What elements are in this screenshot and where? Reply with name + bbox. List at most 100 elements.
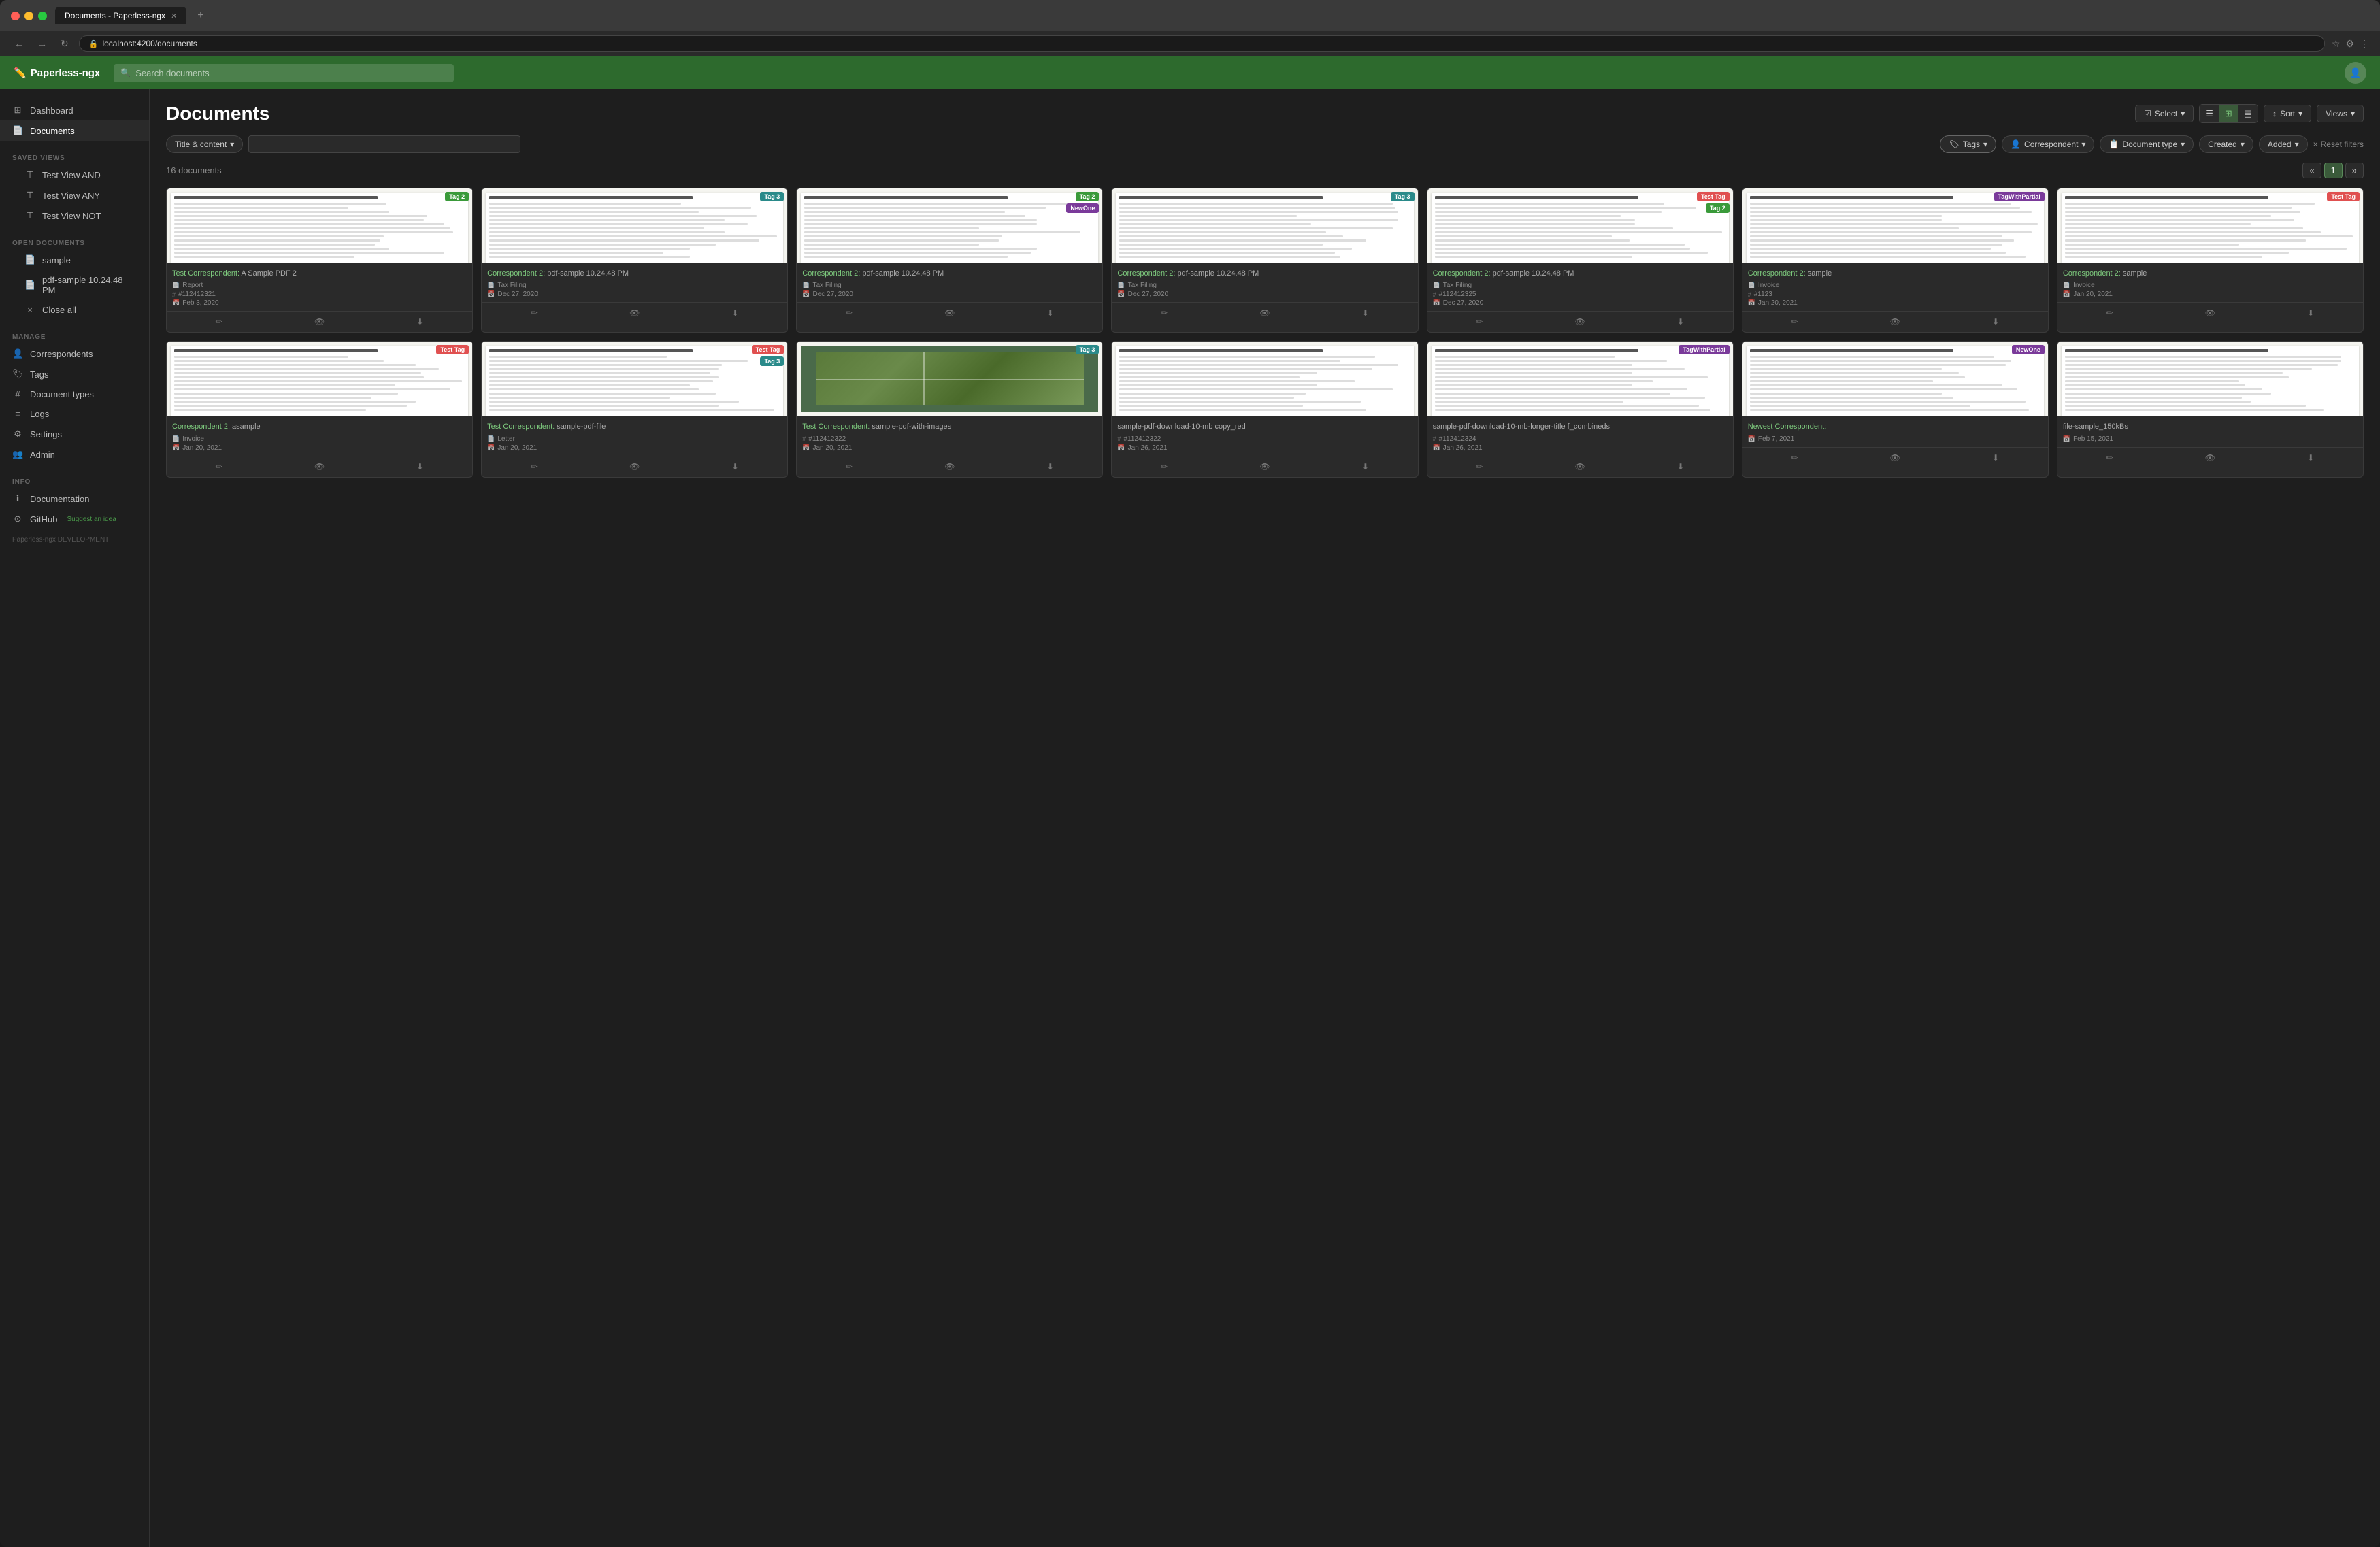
views-button[interactable]: Views ▾ <box>2317 105 2364 122</box>
view-doc-button[interactable]: 👁 <box>1886 315 1904 329</box>
edit-doc-button[interactable]: ✏ <box>1787 451 1802 465</box>
sidebar-item-open-sample[interactable]: 📄 sample <box>0 250 149 270</box>
doc-tag[interactable]: NewOne <box>2012 345 2045 354</box>
menu-icon[interactable]: ⋮ <box>2360 38 2369 50</box>
view-doc-button[interactable]: 👁 <box>2201 306 2219 320</box>
view-doc-button[interactable]: 👁 <box>310 315 329 329</box>
view-doc-button[interactable]: 👁 <box>2201 451 2219 465</box>
user-avatar-button[interactable]: 👤 <box>2345 62 2366 84</box>
sidebar-item-view-any[interactable]: ⊤ Test View ANY <box>0 185 149 205</box>
view-doc-button[interactable]: 👁 <box>1886 451 1904 465</box>
document-card[interactable]: Tag 3Correspondent 2: pdf-sample 10.24.4… <box>481 188 788 333</box>
edit-doc-button[interactable]: ✏ <box>1157 460 1172 473</box>
view-doc-button[interactable]: 👁 <box>1571 315 1589 329</box>
new-tab-button[interactable]: + <box>192 7 209 24</box>
doc-tag[interactable]: Test Tag <box>752 345 784 354</box>
tags-filter-button[interactable]: 🏷 Tags ▾ <box>1940 135 1996 153</box>
doc-tag[interactable]: Tag 3 <box>760 192 784 201</box>
doc-title-link[interactable]: Test Correspondent: <box>172 269 239 278</box>
view-doc-button[interactable]: 👁 <box>625 460 644 473</box>
doctype-filter-button[interactable]: 📋 Document type ▾ <box>2100 135 2194 153</box>
download-doc-button[interactable]: ⬇ <box>1988 451 2003 465</box>
extension-icon[interactable]: ⚙ <box>2345 38 2354 50</box>
document-card[interactable]: Test TagCorrespondent 2: asample📄Invoice… <box>166 341 473 477</box>
sidebar-item-tags[interactable]: 🏷 Tags <box>0 364 149 384</box>
sidebar-item-document-types[interactable]: # Document types <box>0 384 149 404</box>
download-doc-button[interactable]: ⬇ <box>412 460 427 473</box>
edit-doc-button[interactable]: ✏ <box>527 306 542 320</box>
doc-tag[interactable]: Test Tag <box>1697 192 1730 201</box>
view-doc-button[interactable]: 👁 <box>310 460 329 473</box>
document-card[interactable]: sample-pdf-download-10-mb copy_red##1124… <box>1111 341 1418 477</box>
sidebar-item-documentation[interactable]: ℹ Documentation <box>0 488 149 509</box>
download-doc-button[interactable]: ⬇ <box>1358 306 1373 320</box>
doc-tag[interactable]: Tag 2 <box>445 192 469 201</box>
sidebar-item-github[interactable]: ⊙ GitHub Suggest an idea <box>0 509 149 529</box>
view-doc-button[interactable]: 👁 <box>1255 306 1274 320</box>
document-card[interactable]: Tag 3Correspondent 2: pdf-sample 10.24.4… <box>1111 188 1418 333</box>
sort-button[interactable]: ↕ Sort ▾ <box>2264 105 2311 122</box>
filter-text-input[interactable] <box>248 135 520 153</box>
document-card[interactable]: Tag 2Test Correspondent: A Sample PDF 2📄… <box>166 188 473 333</box>
document-card[interactable]: TagWithPartialCorrespondent 2: sample📄In… <box>1742 188 2049 333</box>
reset-filters-button[interactable]: × Reset filters <box>2313 139 2364 149</box>
doc-tag[interactable]: TagWithPartial <box>1994 192 2045 201</box>
correspondent-filter-button[interactable]: 👤 Correspondent ▾ <box>2002 135 2094 153</box>
doc-tag[interactable]: Tag 2 <box>1706 203 1730 213</box>
doc-title-link[interactable]: Correspondent 2: <box>1117 269 1175 278</box>
doc-tag[interactable]: Test Tag <box>436 345 469 354</box>
prev-page-button[interactable]: « <box>2302 163 2321 178</box>
download-doc-button[interactable]: ⬇ <box>1043 306 1058 320</box>
doc-tag[interactable]: Tag 3 <box>760 356 784 366</box>
doc-tag[interactable]: Tag 3 <box>1391 192 1415 201</box>
forward-button[interactable]: → <box>34 36 50 51</box>
doc-tag[interactable]: Test Tag <box>2327 192 2360 201</box>
doc-title-link[interactable]: Test Correspondent: <box>802 422 870 431</box>
sidebar-item-view-and[interactable]: ⊤ Test View AND <box>0 165 149 185</box>
tab-close-button[interactable]: ✕ <box>171 12 177 20</box>
edit-doc-button[interactable]: ✏ <box>1472 460 1487 473</box>
download-doc-button[interactable]: ⬇ <box>2303 451 2318 465</box>
added-filter-button[interactable]: Added ▾ <box>2259 135 2308 153</box>
document-card[interactable]: Test TagTag 3Test Correspondent: sample-… <box>481 341 788 477</box>
view-doc-button[interactable]: 👁 <box>1571 460 1589 473</box>
sidebar-item-logs[interactable]: ≡ Logs <box>0 404 149 424</box>
close-traffic-light[interactable] <box>11 12 20 20</box>
sidebar-item-open-pdf[interactable]: 📄 pdf-sample 10.24.48 PM <box>0 270 149 300</box>
edit-doc-button[interactable]: ✏ <box>842 460 857 473</box>
document-card[interactable]: TagWithPartialsample-pdf-download-10-mb-… <box>1427 341 1734 477</box>
sidebar-item-documents[interactable]: 📄 Documents <box>0 120 149 141</box>
suggest-link[interactable]: Suggest an idea <box>67 516 116 523</box>
doc-title-link[interactable]: Newest Correspondent: <box>1748 422 1827 431</box>
doc-title-link[interactable]: Correspondent 2: <box>2063 269 2121 278</box>
select-button[interactable]: ☑ Select ▾ <box>2135 105 2194 122</box>
edit-doc-button[interactable]: ✏ <box>842 306 857 320</box>
view-doc-button[interactable]: 👁 <box>1255 460 1274 473</box>
created-filter-button[interactable]: Created ▾ <box>2199 135 2253 153</box>
close-all-button[interactable]: × Close all <box>0 300 149 320</box>
doc-title-link[interactable]: Correspondent 2: <box>1433 269 1491 278</box>
current-page-button[interactable]: 1 <box>2324 163 2343 178</box>
edit-doc-button[interactable]: ✏ <box>212 460 227 473</box>
download-doc-button[interactable]: ⬇ <box>1043 460 1058 473</box>
document-card[interactable]: file-sample_150kBs📅Feb 15, 2021✏👁⬇ <box>2057 341 2364 477</box>
sidebar-item-admin[interactable]: 👥 Admin <box>0 444 149 465</box>
address-bar[interactable]: 🔒 localhost:4200/documents <box>79 35 2325 52</box>
doc-tag[interactable]: Tag 3 <box>1076 345 1100 354</box>
title-content-filter[interactable]: Title & content ▾ <box>166 135 243 153</box>
list-view-button[interactable]: ☰ <box>2200 105 2219 122</box>
fullscreen-traffic-light[interactable] <box>38 12 47 20</box>
view-doc-button[interactable]: 👁 <box>940 306 959 320</box>
doc-title-link[interactable]: Correspondent 2: <box>1748 269 1806 278</box>
doc-tag[interactable]: Tag 2 <box>1076 192 1100 201</box>
reload-button[interactable]: ↻ <box>57 36 72 52</box>
download-doc-button[interactable]: ⬇ <box>1988 315 2003 329</box>
bookmark-icon[interactable]: ☆ <box>2332 38 2341 50</box>
document-card[interactable]: Test TagTag 2Correspondent 2: pdf-sample… <box>1427 188 1734 333</box>
download-doc-button[interactable]: ⬇ <box>1673 315 1688 329</box>
download-doc-button[interactable]: ⬇ <box>728 460 743 473</box>
search-input[interactable] <box>114 64 454 82</box>
back-button[interactable]: ← <box>11 36 27 51</box>
view-doc-button[interactable]: 👁 <box>940 460 959 473</box>
browser-tab[interactable]: Documents - Paperless-ngx ✕ <box>55 7 186 24</box>
